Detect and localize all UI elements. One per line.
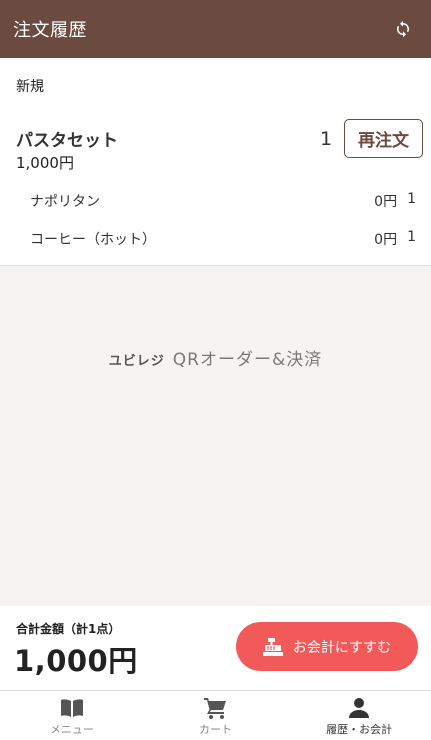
checkout-label: お会計にすすむ	[292, 639, 392, 656]
cart-icon	[203, 698, 226, 719]
sub-item-price: 0円	[374, 232, 398, 248]
tab-label: カート	[199, 723, 232, 736]
sub-item-price: 0円	[374, 194, 398, 210]
total-label: 合計金額（計1点）	[16, 622, 121, 636]
refresh-button[interactable]	[391, 17, 415, 41]
brand-logo: ユビレジ QRオーダー&決済	[0, 345, 431, 370]
total-amount: 1,000円	[14, 644, 138, 678]
book-icon	[60, 699, 83, 717]
bottom-tab-bar: メニュー カート 履歴・お会計	[0, 690, 431, 740]
tab-cart[interactable]: カート	[144, 691, 288, 740]
checkout-footer: 合計金額（計1点） 1,000円 お会計にすすむ	[0, 606, 431, 690]
sub-item-row: ナポリタン 0円 1	[30, 191, 416, 211]
cash-register-icon	[262, 637, 283, 656]
app-header: 注文履歴	[0, 0, 431, 58]
order-status-label: 新規	[16, 79, 44, 95]
item-quantity: 1	[320, 128, 333, 150]
sub-item-name: ナポリタン	[30, 194, 100, 210]
sub-item-quantity: 1	[407, 191, 416, 207]
brand-prefix: ユビレジ	[108, 354, 165, 369]
person-icon	[349, 698, 370, 718]
item-price: 1,000円	[16, 154, 74, 172]
checkout-button[interactable]: お会計にすすむ	[236, 622, 418, 671]
sub-item-name: コーヒー（ホット）	[30, 232, 156, 248]
tab-history[interactable]: 履歴・お会計	[287, 691, 431, 740]
sub-item-quantity: 1	[407, 229, 416, 245]
item-name: パスタセット	[16, 131, 118, 151]
brand-text: QRオーダー&決済	[172, 350, 323, 370]
tab-label: 履歴・お会計	[326, 723, 393, 736]
tab-menu[interactable]: メニュー	[0, 691, 144, 740]
refresh-icon	[397, 20, 409, 38]
order-card: 新規 パスタセット 1,000円 1 再注文 ナポリタン 0円 1 コーヒー（ホ…	[0, 58, 431, 266]
tab-label: メニュー	[49, 723, 94, 736]
sub-item-row: コーヒー（ホット） 0円 1	[30, 229, 416, 249]
reorder-button[interactable]: 再注文	[344, 119, 423, 158]
page-title: 注文履歴	[13, 20, 87, 41]
